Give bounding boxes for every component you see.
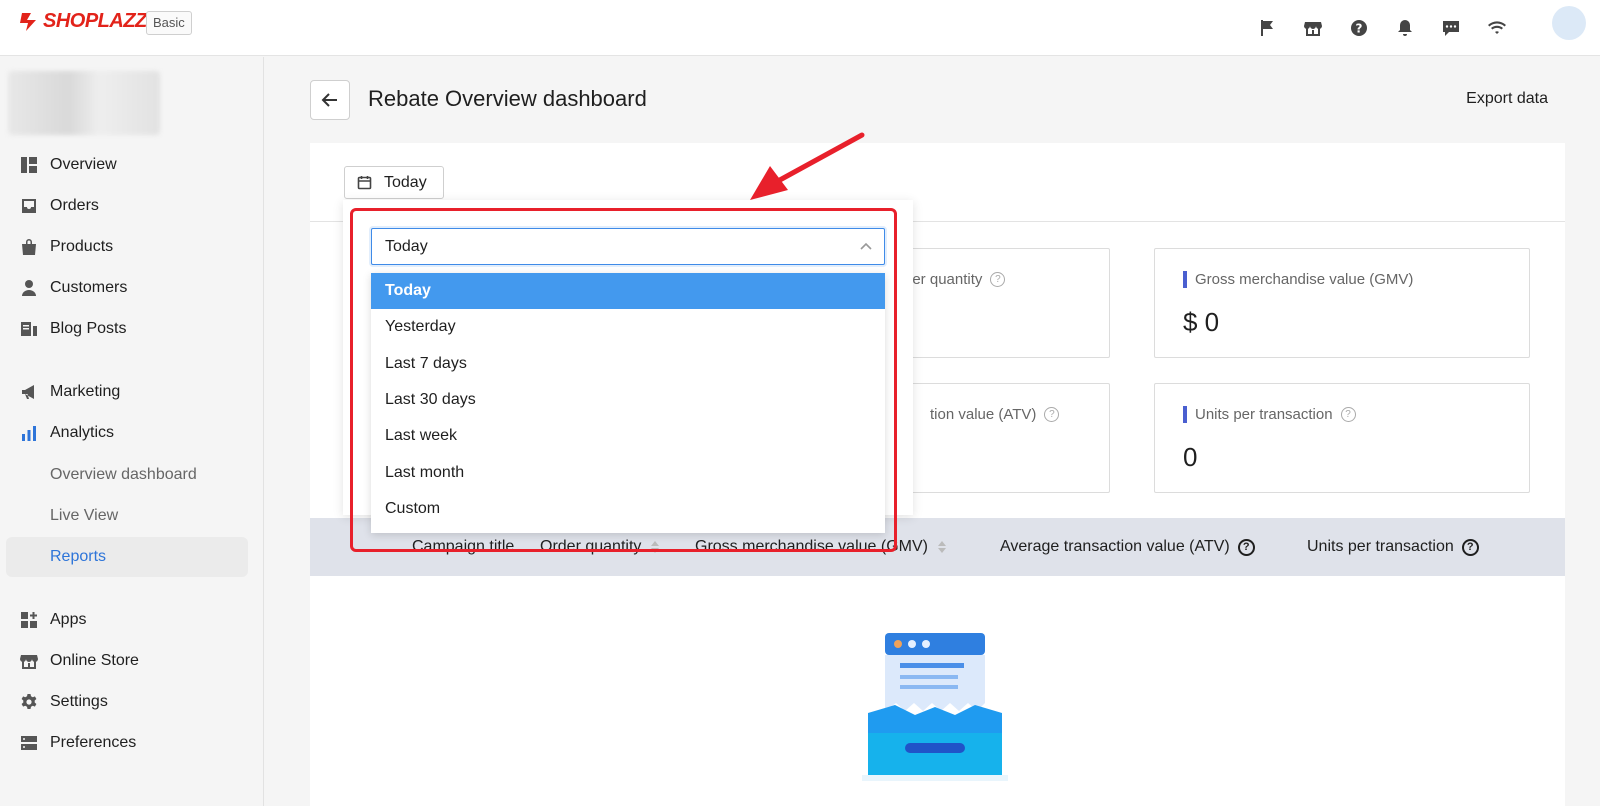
sidebar-item-settings[interactable]: Settings <box>0 683 264 721</box>
top-bar: SHOPLAZZA Basic ? <box>0 0 1600 56</box>
blog-icon <box>21 322 37 336</box>
annotation-arrow-icon <box>750 132 865 200</box>
back-button[interactable] <box>310 80 350 120</box>
help-icon[interactable]: ? <box>1044 407 1060 422</box>
sidebar-item-label: Orders <box>50 197 99 214</box>
sidebar-item-products[interactable]: Products <box>0 228 264 266</box>
export-data-button[interactable]: Export data <box>1466 90 1548 108</box>
metric-card-gmv: Gross merchandise value (GMV) $ 0 <box>1154 248 1530 358</box>
top-icon-bar: ? <box>1244 12 1520 44</box>
arrow-left-icon <box>321 93 337 107</box>
date-range-button[interactable]: Today <box>344 166 444 199</box>
shoplazza-logo-icon <box>20 12 36 31</box>
help-icon[interactable]: ? <box>1461 538 1479 556</box>
help-icon[interactable]: ? <box>1336 12 1382 44</box>
annotation-highlight-box <box>350 208 897 552</box>
bag-icon <box>22 239 36 255</box>
sidebar-item-apps[interactable]: Apps <box>0 601 264 639</box>
column-header-atv[interactable]: Average transaction value (ATV) ? <box>1000 538 1255 556</box>
sidebar-item-label: Settings <box>50 693 108 710</box>
person-icon <box>22 280 36 296</box>
help-icon[interactable]: ? <box>1340 407 1356 422</box>
calendar-icon <box>357 176 372 190</box>
store-icon <box>20 655 38 669</box>
metric-value: $ 0 <box>1183 307 1220 337</box>
sidebar-item-online-store[interactable]: Online Store <box>0 642 264 680</box>
help-icon[interactable]: ? <box>990 272 1006 287</box>
sidebar-subitem-overview-dashboard[interactable]: Overview dashboard <box>6 455 248 495</box>
sidebar: Overview Orders Products Customers Blog … <box>0 57 264 806</box>
sidebar-item-label: Analytics <box>50 424 115 441</box>
brand-name: SHOPLAZZA <box>43 10 161 32</box>
store-icon[interactable] <box>1290 12 1336 44</box>
sidebar-item-blog-posts[interactable]: Blog Posts <box>0 310 264 348</box>
megaphone-icon <box>22 385 34 399</box>
sidebar-item-label: Blog Posts <box>50 320 127 337</box>
sidebar-item-customers[interactable]: Customers <box>0 269 264 307</box>
sidebar-item-label: Customers <box>50 279 128 296</box>
metric-accent-bar <box>1183 271 1187 288</box>
sidebar-subitem-reports[interactable]: Reports <box>6 537 248 577</box>
plan-badge: Basic <box>146 11 192 35</box>
sidebar-item-label: Overview <box>50 156 117 173</box>
sidebar-item-analytics[interactable]: Analytics <box>0 414 264 452</box>
sidebar-item-overview[interactable]: Overview <box>0 146 264 184</box>
bell-icon[interactable] <box>1382 12 1428 44</box>
empty-state-illustration <box>862 633 1008 781</box>
metric-label: Gross merchandise value (GMV) <box>1183 271 1413 288</box>
sidebar-item-orders[interactable]: Orders <box>0 187 264 225</box>
page-title: Rebate Overview dashboard <box>368 86 647 111</box>
metric-label: tion value (ATV) ? <box>930 406 1060 423</box>
metric-accent-bar <box>1183 406 1187 423</box>
column-header-units-per-transaction[interactable]: Units per transaction ? <box>1307 538 1479 556</box>
sidebar-item-label: Apps <box>50 611 87 628</box>
sidebar-item-label: Products <box>50 238 114 255</box>
shoplazza-logo[interactable]: SHOPLAZZA <box>18 10 161 33</box>
bar-chart-icon <box>22 426 36 441</box>
wifi-icon[interactable] <box>1474 12 1520 44</box>
help-icon[interactable]: ? <box>1237 538 1255 556</box>
overview-icon <box>21 157 37 173</box>
store-name-blurred[interactable] <box>8 71 160 135</box>
sidebar-item-label: Preferences <box>50 734 137 751</box>
chat-icon[interactable] <box>1428 12 1474 44</box>
sidebar-item-label: Marketing <box>50 383 121 400</box>
sort-icon[interactable] <box>937 541 946 553</box>
flag-icon[interactable] <box>1244 12 1290 44</box>
apps-icon <box>21 612 37 628</box>
metric-value: 0 <box>1183 442 1198 472</box>
sidebar-item-label: Online Store <box>50 652 139 669</box>
metric-label: Units per transaction ? <box>1183 406 1356 423</box>
metric-card-units-per-transaction: Units per transaction ? 0 <box>1154 383 1530 493</box>
sidebar-subitem-live-view[interactable]: Live View <box>6 496 248 536</box>
date-range-label: Today <box>384 173 427 191</box>
user-avatar[interactable] <box>1552 6 1586 40</box>
sidebar-item-marketing[interactable]: Marketing <box>0 373 264 411</box>
inbox-icon <box>22 199 36 213</box>
sidebar-item-preferences[interactable]: Preferences <box>0 724 264 762</box>
preferences-icon <box>21 736 37 750</box>
metric-label: der quantity ? <box>904 271 1006 288</box>
gear-icon <box>21 694 37 709</box>
svg-text:?: ? <box>1356 22 1363 36</box>
